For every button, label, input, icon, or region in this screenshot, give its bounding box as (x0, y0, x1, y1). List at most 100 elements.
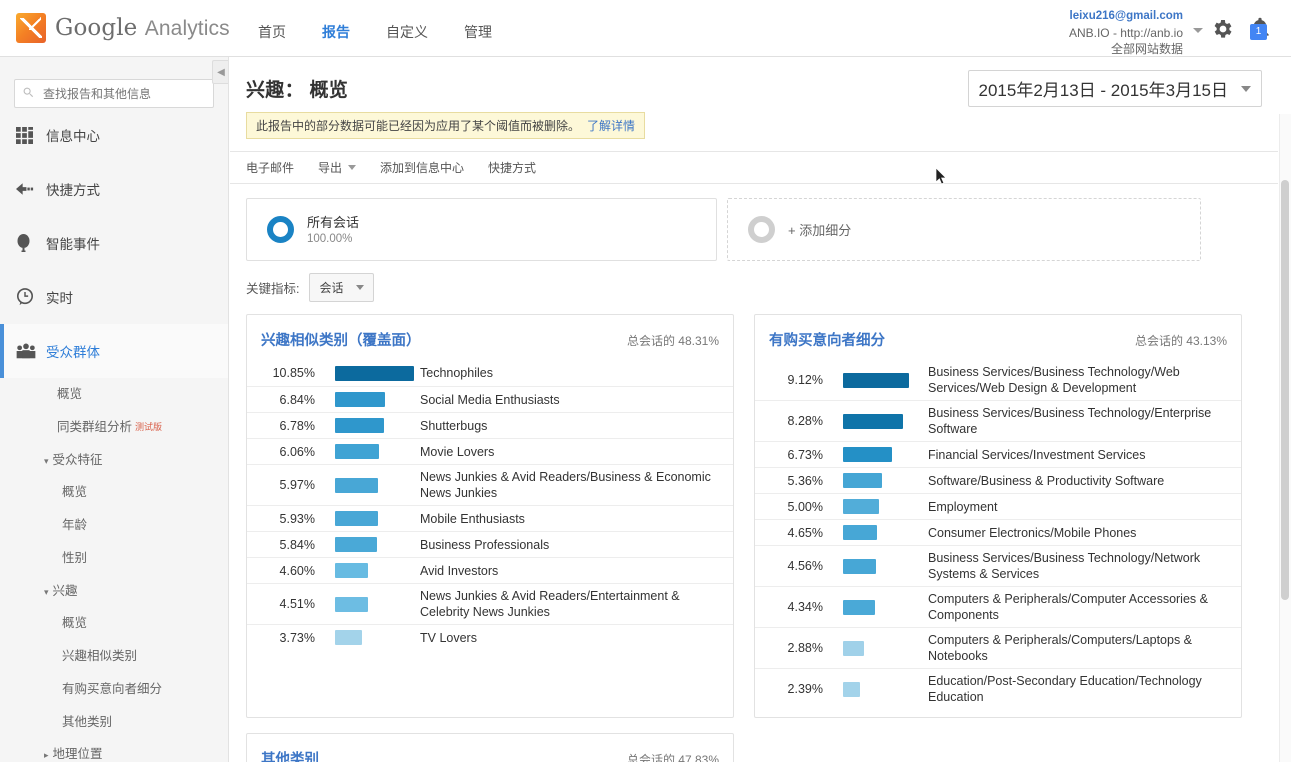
sidebar-item-dashboard[interactable]: 信息中心 (0, 108, 228, 162)
row-label[interactable]: Business Services/Business Technology/Ne… (928, 550, 1229, 582)
sidebar-item-intelligence-events[interactable]: 智能事件 (0, 216, 228, 270)
table-row[interactable]: 5.97% News Junkies & Avid Readers/Busines… (247, 464, 733, 505)
sidebar-item-affinity-categories[interactable]: 兴趣相似类别 (0, 640, 228, 673)
sidebar-item-audience[interactable]: 受众群体 (0, 324, 228, 378)
row-label[interactable]: Computers & Peripherals/Computer Accesso… (928, 591, 1229, 623)
scrollbar-thumb[interactable] (1281, 180, 1289, 600)
add-segment-label: + 添加细分 (788, 223, 852, 238)
row-label[interactable]: Business Services/Business Technology/En… (928, 405, 1229, 437)
table-row[interactable]: 8.28% Business Services/Business Technolo… (755, 400, 1241, 441)
key-metric-select[interactable]: 会话 (309, 273, 374, 302)
row-label[interactable]: News Junkies & Avid Readers/Entertainmen… (420, 588, 721, 620)
panel-title[interactable]: 有购买意向者细分 (769, 329, 885, 350)
table-row[interactable]: 6.78% Shutterbugs (247, 412, 733, 438)
sidebar-item-shortcuts[interactable]: 快捷方式 (0, 162, 228, 216)
sidebar-item-age[interactable]: 年龄 (0, 509, 228, 542)
report-toolbar: 电子邮件 导出 添加到信息中心 快捷方式 (230, 151, 1278, 184)
nav-home[interactable]: 首页 (240, 0, 304, 62)
add-segment-button[interactable]: + 添加细分 (727, 198, 1201, 261)
sidebar-item-realtime[interactable]: 实时 (0, 270, 228, 324)
row-bar-cell (325, 537, 420, 552)
sidebar-item-other-categories[interactable]: 其他类别 (0, 706, 228, 739)
shortcut-button[interactable]: 快捷方式 (488, 159, 536, 176)
table-row[interactable]: 5.84% Business Professionals (247, 531, 733, 557)
row-label[interactable]: Technophiles (420, 365, 493, 381)
row-bar-cell (325, 418, 420, 433)
sidebar-label: 实时 (46, 291, 73, 306)
table-row[interactable]: 6.06% Movie Lovers (247, 438, 733, 464)
notice-learn-more-link[interactable]: 了解详情 (587, 119, 635, 133)
nav-reports[interactable]: 报告 (304, 0, 368, 62)
sidebar-group-geo[interactable]: ▸ 地理位置 (0, 738, 228, 762)
sidebar-group-demographics[interactable]: ▾ 受众特征 (0, 444, 228, 477)
table-row[interactable]: 2.88% Computers & Peripherals/Computers/L… (755, 627, 1241, 668)
nav-customization[interactable]: 自定义 (368, 0, 446, 62)
sidebar-item-interests-overview[interactable]: 概览 (0, 607, 228, 640)
sidebar-item-audience-overview[interactable]: 概览 (0, 378, 228, 411)
notification-count-badge: 1 (1250, 24, 1267, 40)
key-metric-label: 关键指标: (246, 282, 300, 296)
row-bar-cell (325, 630, 420, 645)
table-row[interactable]: 6.73% Financial Services/Investment Servi… (755, 441, 1241, 467)
table-row[interactable]: 10.85% Technophiles (247, 360, 733, 386)
email-button[interactable]: 电子邮件 (246, 159, 294, 176)
row-label[interactable]: Business Professionals (420, 537, 549, 553)
add-to-dashboard-button[interactable]: 添加到信息中心 (380, 159, 464, 176)
table-row[interactable]: 4.51% News Junkies & Avid Readers/Enterta… (247, 583, 733, 624)
chevron-down-icon (355, 285, 364, 290)
table-row[interactable]: 4.34% Computers & Peripherals/Computer Ac… (755, 586, 1241, 627)
row-label[interactable]: Avid Investors (420, 563, 498, 579)
row-label[interactable]: Computers & Peripherals/Computers/Laptop… (928, 632, 1229, 664)
row-bar-cell (833, 447, 928, 462)
account-selector[interactable]: leixu216@gmail.com ANB.IO - http://anb.i… (1069, 9, 1183, 57)
table-row[interactable]: 5.93% Mobile Enthusiasts (247, 505, 733, 531)
scrollbar-track[interactable] (1279, 114, 1291, 762)
sidebar-collapse-icon[interactable]: ◀ (212, 60, 228, 84)
panels-row: 兴趣相似类别（覆盖面） 总会话的 48.31% 10.85% Technophil… (230, 302, 1278, 718)
row-label[interactable]: Business Services/Business Technology/We… (928, 364, 1229, 396)
row-label[interactable]: Social Media Enthusiasts (420, 392, 560, 408)
settings-gear-icon[interactable] (1211, 17, 1235, 41)
table-row[interactable]: 3.73% TV Lovers (247, 624, 733, 650)
clock-icon (16, 288, 46, 306)
sidebar-search[interactable] (14, 79, 214, 108)
row-label[interactable]: Financial Services/Investment Services (928, 447, 1145, 463)
table-row[interactable]: 2.39% Education/Post-Secondary Education/… (755, 668, 1241, 709)
sidebar-item-cohort-analysis[interactable]: 同类群组分析 测试版 (0, 411, 228, 444)
row-percent: 6.78% (279, 418, 315, 433)
row-label[interactable]: Movie Lovers (420, 444, 494, 460)
row-label[interactable]: Education/Post-Secondary Education/Techn… (928, 673, 1229, 705)
account-chevron-down-icon[interactable] (1193, 28, 1203, 33)
table-row[interactable]: 4.60% Avid Investors (247, 557, 733, 583)
people-icon (16, 343, 46, 359)
row-bar (843, 499, 880, 514)
sidebar-group-interests[interactable]: ▾ 兴趣 (0, 575, 228, 608)
search-input[interactable] (41, 85, 206, 102)
table-row[interactable]: 5.00% Employment (755, 493, 1241, 519)
segment-all-sessions[interactable]: 所有会话 100.00% (246, 198, 717, 261)
row-label[interactable]: TV Lovers (420, 630, 477, 646)
panel-title[interactable]: 其他类别 (261, 748, 319, 762)
table-row[interactable]: 6.84% Social Media Enthusiasts (247, 386, 733, 412)
notifications-bell-icon[interactable]: 1 (1247, 15, 1277, 45)
panel-title[interactable]: 兴趣相似类别（覆盖面） (261, 329, 421, 350)
table-row[interactable]: 4.65% Consumer Electronics/Mobile Phones (755, 519, 1241, 545)
date-range-picker[interactable]: 2015年2月13日 - 2015年3月15日 (967, 70, 1262, 107)
row-label[interactable]: Shutterbugs (420, 418, 487, 434)
row-bar-cell (833, 640, 928, 656)
row-label[interactable]: News Junkies & Avid Readers/Business & E… (420, 469, 721, 501)
table-row[interactable]: 5.36% Software/Business & Productivity So… (755, 467, 1241, 493)
row-label[interactable]: Software/Business & Productivity Softwar… (928, 473, 1164, 489)
table-row[interactable]: 4.56% Business Services/Business Technolo… (755, 545, 1241, 586)
sidebar-item-demographics-overview[interactable]: 概览 (0, 476, 228, 509)
sidebar-item-gender[interactable]: 性别 (0, 542, 228, 575)
nav-admin[interactable]: 管理 (446, 0, 510, 62)
row-percent: 4.51% (279, 597, 315, 611)
export-button[interactable]: 导出 (318, 159, 357, 176)
row-label[interactable]: Consumer Electronics/Mobile Phones (928, 525, 1136, 541)
sidebar-item-in-market-segments[interactable]: 有购买意向者细分 (0, 673, 228, 706)
row-label[interactable]: Employment (928, 499, 997, 515)
ga-logo[interactable]: Google Analytics (16, 13, 230, 43)
table-row[interactable]: 9.12% Business Services/Business Technolo… (755, 360, 1241, 400)
row-label[interactable]: Mobile Enthusiasts (420, 511, 525, 527)
